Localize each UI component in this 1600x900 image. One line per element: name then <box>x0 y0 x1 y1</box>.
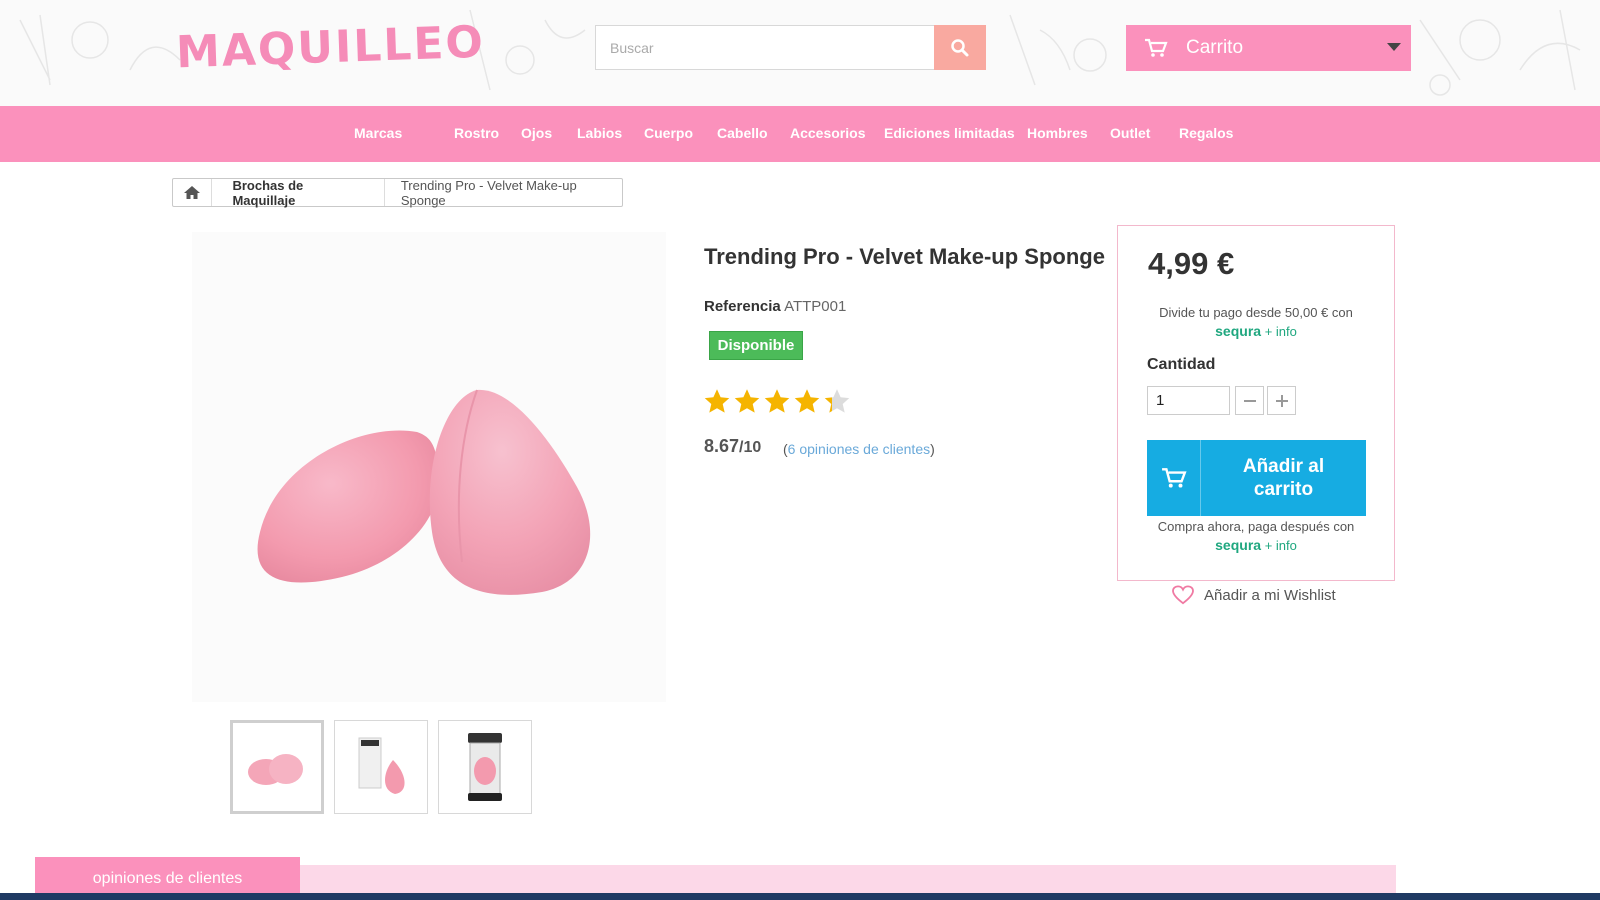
star-icon <box>704 389 730 413</box>
nav-item-cuerpo[interactable]: Cuerpo <box>644 125 693 141</box>
quantity-label: Cantidad <box>1147 356 1216 373</box>
quantity-input[interactable] <box>1147 386 1230 415</box>
nav-item-rostro[interactable]: Rostro <box>454 125 499 141</box>
sponge-image <box>257 389 591 595</box>
heart-icon <box>1172 585 1194 605</box>
packaging-thumbnail-image <box>358 737 405 794</box>
wishlist-button[interactable]: Añadir a mi Wishlist <box>1172 585 1336 605</box>
quantity-decrease-button[interactable] <box>1235 386 1264 415</box>
home-icon <box>184 186 201 199</box>
reviews-link[interactable]: 6 opiniones de clientes <box>788 441 930 457</box>
plus-icon <box>1275 394 1288 407</box>
add-to-cart-button[interactable]: Añadir al carrito <box>1147 440 1366 516</box>
buy-box: 4,99 € Divide tu pago desde 50,00 € con … <box>1117 225 1395 581</box>
breadcrumb-home[interactable] <box>173 179 213 206</box>
sequra-info-link[interactable]: + info <box>1265 538 1297 553</box>
sequra-logo: sequra <box>1215 537 1262 553</box>
nav-item-ojos[interactable]: Ojos <box>521 125 552 141</box>
breadcrumb-category[interactable]: Brochas de Maquillaje <box>212 178 385 208</box>
product-title: Trending Pro - Velvet Make-up Sponge <box>704 244 1105 269</box>
nav-item-labios[interactable]: Labios <box>577 125 622 141</box>
rating-stars <box>703 388 851 415</box>
thumbnail-1[interactable] <box>230 720 324 814</box>
thumbnail-2[interactable] <box>334 720 428 814</box>
product-price: 4,99 € <box>1148 246 1235 281</box>
reference-label: Referencia <box>704 298 781 315</box>
quantity-increase-button[interactable] <box>1267 386 1296 415</box>
nav-item-hombres[interactable]: Hombres <box>1027 125 1088 141</box>
cart-label: Carrito <box>1186 37 1244 58</box>
nav-item-outlet[interactable]: Outlet <box>1110 125 1150 141</box>
rating-score: 8.67/10 <box>704 436 761 457</box>
search-button[interactable] <box>934 25 986 70</box>
nav-item-ediciones-limitadas[interactable]: Ediciones limitadas <box>884 125 1015 141</box>
rating-value: 8.67 <box>704 436 740 456</box>
reviews-close-paren: ) <box>930 441 935 457</box>
sequra-split-text: Divide tu pago desde 50,00 € con <box>1159 305 1353 320</box>
sequra-later-text: Compra ahora, paga después con <box>1157 519 1355 534</box>
bottom-bar <box>0 893 1600 900</box>
star-icon <box>764 389 790 413</box>
add-to-cart-label: Añadir al carrito <box>1242 456 1325 500</box>
sequra-info-link[interactable]: + info <box>1265 324 1297 339</box>
chevron-down-icon <box>1387 43 1401 51</box>
breadcrumb-current: Trending Pro - Velvet Make-up Sponge <box>400 177 577 208</box>
reference-value: ATTP001 <box>784 298 847 315</box>
reviews-count: (6 opiniones de clientes) <box>783 441 935 457</box>
main-navigation: Marcas Rostro Ojos Labios Cuerpo Cabello… <box>0 106 1600 162</box>
star-icon <box>734 389 760 413</box>
sequra-logo: sequra <box>1215 323 1262 339</box>
product-main-image[interactable] <box>192 232 666 702</box>
site-logo[interactable]: MAQUILLEO <box>175 17 485 79</box>
sequra-split-note: Divide tu pago desde 50,00 € con sequra … <box>1118 304 1394 341</box>
sequra-later-note: Compra ahora, paga después con sequra + … <box>1118 518 1394 555</box>
star-icon <box>794 389 820 413</box>
cart-icon <box>1161 468 1187 488</box>
search-icon <box>951 38 969 56</box>
cart-icon <box>1145 38 1168 57</box>
nav-item-cabello[interactable]: Cabello <box>717 125 768 141</box>
nav-item-regalos[interactable]: Regalos <box>1179 125 1233 141</box>
wishlist-label: Añadir a mi Wishlist <box>1204 586 1336 604</box>
breadcrumb: Brochas de Maquillaje Trending Pro - Vel… <box>172 177 623 208</box>
thumbnail-3[interactable] <box>438 720 532 814</box>
nav-item-accesorios[interactable]: Accesorios <box>790 125 865 141</box>
rating-scale: /10 <box>739 439 762 456</box>
site-header: MAQUILLEO Carrito <box>0 0 1600 106</box>
minus-icon <box>1243 399 1256 402</box>
nav-item-marcas[interactable]: Marcas <box>354 125 402 141</box>
thumbnail-list <box>230 720 532 814</box>
search-input[interactable] <box>595 25 935 70</box>
container-thumbnail-image <box>468 733 502 801</box>
availability-badge: Disponible <box>709 331 803 360</box>
add-to-cart-icon-area <box>1147 440 1201 516</box>
sponge-thumbnail-image <box>248 754 303 785</box>
product-reference: Referencia ATTP001 <box>704 298 846 315</box>
cart-button[interactable]: Carrito <box>1126 25 1411 71</box>
star-half-icon <box>824 389 850 413</box>
